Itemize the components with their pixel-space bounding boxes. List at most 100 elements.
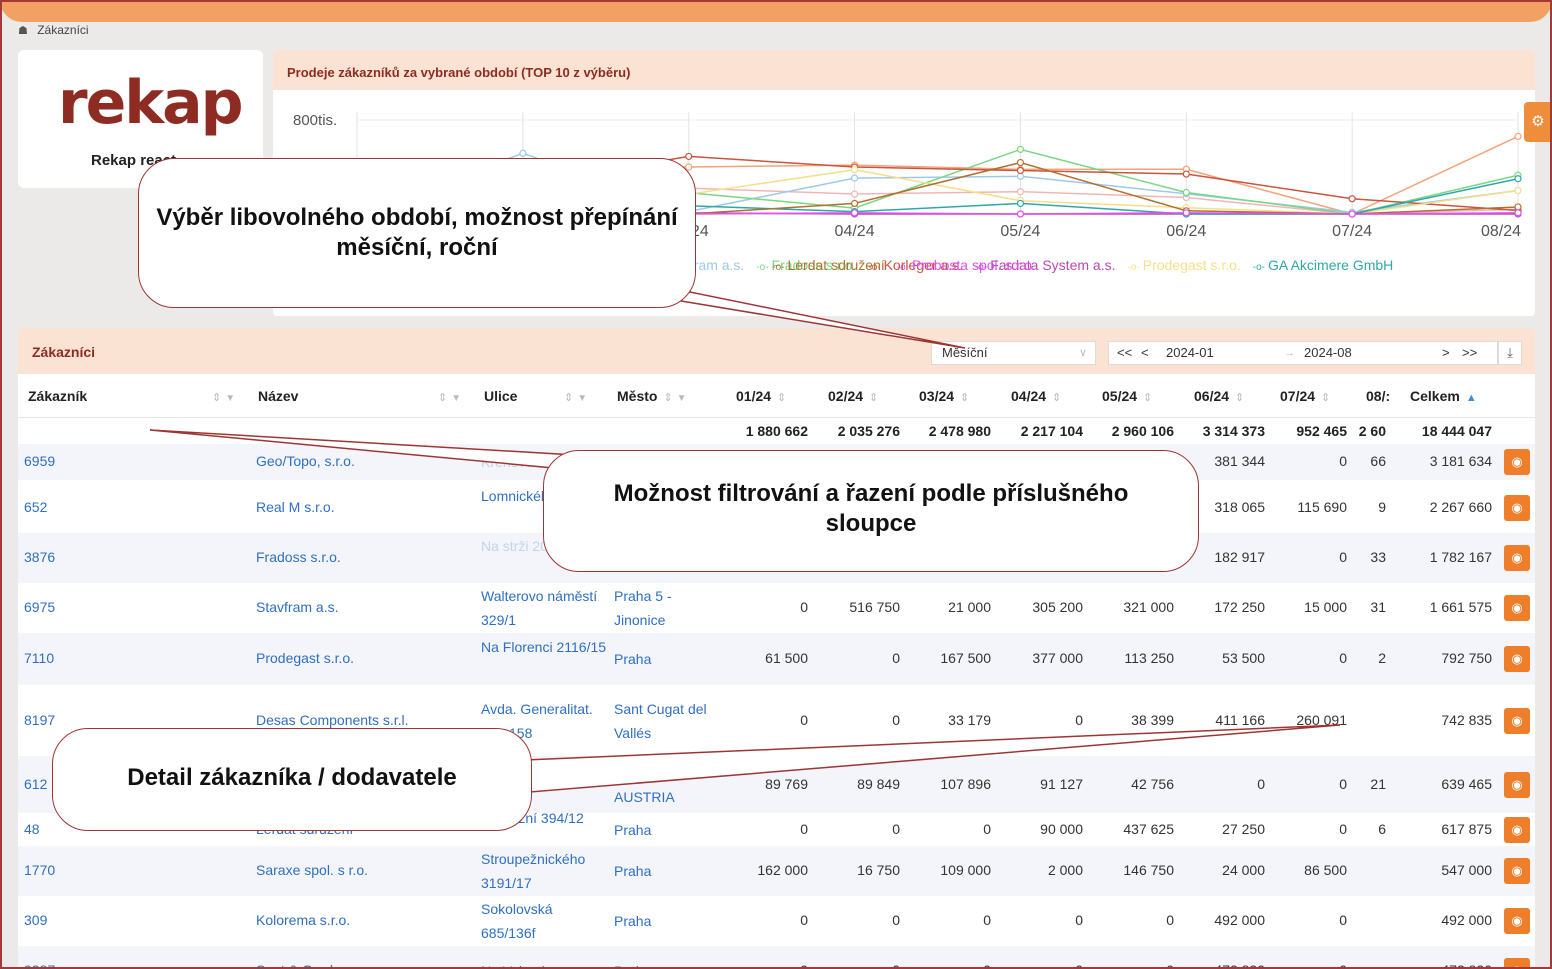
customer-name-link[interactable]: Geo/Topo, s.r.o. [256, 453, 355, 469]
customer-id-link[interactable]: 3876 [24, 549, 55, 565]
column-m7[interactable]: 07/24 ⇕ [1280, 388, 1330, 404]
detail-eye-icon[interactable]: ◉ [1504, 858, 1530, 884]
customer-name-link[interactable]: Saraxe spol. s r.o. [256, 862, 368, 878]
customer-id-link[interactable]: 1770 [24, 862, 55, 878]
nav-first-button[interactable]: << [1117, 342, 1132, 364]
column-total[interactable]: Celkem ▲ [1410, 388, 1477, 404]
column-m7-label: 07/24 [1280, 388, 1316, 404]
detail-eye-icon[interactable]: ◉ [1504, 816, 1530, 843]
customer-name-link[interactable]: Desas Components s.r.l. [256, 712, 409, 728]
customer-name-link[interactable]: Prodegast s.r.o. [256, 650, 354, 666]
date-to-input[interactable]: 2024-08 [1304, 342, 1352, 364]
sort-icon[interactable]: ⇕ [777, 392, 786, 404]
sort-icon[interactable]: ⇕ [564, 392, 573, 404]
download-icon[interactable]: ⤓ [1498, 341, 1522, 365]
detail-eye-icon[interactable]: ◉ [1504, 495, 1530, 521]
customer-name-link[interactable]: Sept & Grade s.r.o. [256, 962, 375, 969]
street-cell[interactable]: Na Valentince [481, 959, 609, 969]
detail-eye-icon[interactable]: ◉ [1504, 545, 1530, 571]
customer-id-link[interactable]: 309 [24, 912, 47, 928]
sort-icon[interactable]: ⇕ [869, 392, 878, 404]
column-customer[interactable]: Zákazník [28, 388, 87, 404]
customer-id-link[interactable]: 612 [24, 776, 47, 792]
sort-icon[interactable]: ⇕ [212, 392, 221, 404]
column-m5[interactable]: 05/24 ⇕ [1102, 388, 1152, 404]
sort-filter-name[interactable]: ⇕ ▼ [432, 388, 461, 404]
sort-icon[interactable]: ⇕ [960, 392, 969, 404]
city-cell[interactable]: Sant Cugat del Vallés [614, 697, 714, 745]
table-row[interactable]: 309 Kolorema s.r.o. Sokolovská 685/136f Pra… [18, 896, 1535, 946]
filter-icon[interactable]: ▼ [225, 393, 235, 404]
customer-name-link[interactable]: Real M s.r.o. [256, 499, 335, 515]
column-m4[interactable]: 04/24 ⇕ [1011, 388, 1061, 404]
city-cell[interactable]: Praha [614, 647, 714, 671]
nav-next-button[interactable]: > [1442, 342, 1450, 364]
sort-icon[interactable]: ⇕ [663, 392, 672, 404]
sort-filter-street[interactable]: ⇕ ▼ [558, 388, 587, 404]
street-cell[interactable]: Walterovo náměstí 329/1 [481, 584, 609, 632]
legend-item[interactable]: -o- Probosta spol. s.r.o. [897, 254, 1036, 279]
date-from-input[interactable]: 2024-01 [1166, 342, 1214, 364]
table-row[interactable]: 7110 Prodegast s.r.o. Na Florenci 2116/15 P… [18, 633, 1535, 685]
customer-name-link[interactable]: Stavfram a.s. [256, 599, 338, 615]
filter-icon[interactable]: ▼ [451, 393, 461, 404]
table-row[interactable]: 6975 Stavfram a.s. Walterovo náměstí 329/1… [18, 583, 1535, 633]
city-cell[interactable]: Praha [614, 859, 714, 883]
filter-icon[interactable]: ▼ [577, 393, 587, 404]
sort-icon[interactable]: ⇕ [1321, 392, 1330, 404]
month-value-cell: 167 500 [940, 650, 991, 666]
home-icon[interactable]: ☗ [18, 25, 28, 37]
column-street[interactable]: Ulice [484, 388, 517, 404]
table-row[interactable]: 9287 Sept & Grade s.r.o. Na Valentince Prah… [18, 946, 1535, 969]
customer-id-link[interactable]: 9287 [24, 962, 55, 969]
city-cell[interactable]: Praha 5 - Jinonice [614, 584, 714, 632]
customer-id-link[interactable]: 6975 [24, 599, 55, 615]
city-cell[interactable]: Praha [614, 909, 714, 933]
street-cell[interactable]: Stroupežnického 3191/17 [481, 847, 609, 895]
sort-active-icon[interactable]: ▲ [1466, 392, 1477, 404]
sort-icon[interactable]: ⇕ [438, 392, 447, 404]
sort-filter-customer[interactable]: ⇕ ▼ [206, 388, 235, 404]
breadcrumb-label[interactable]: Zákazníci [37, 23, 88, 37]
nav-last-button[interactable]: >> [1462, 342, 1477, 364]
column-m2[interactable]: 02/24 ⇕ [828, 388, 878, 404]
column-m6[interactable]: 06/24 ⇕ [1194, 388, 1244, 404]
date-range-picker[interactable]: << < 2024-01 → 2024-08 > >> [1108, 341, 1498, 365]
customer-id-link[interactable]: 652 [24, 499, 47, 515]
column-name[interactable]: Název [258, 388, 298, 404]
street-cell[interactable]: Na Florenci 2116/15 [481, 635, 609, 659]
customer-id-link[interactable]: 48 [24, 821, 40, 837]
legend-marker-icon: -o- [772, 262, 785, 273]
sort-icon[interactable]: ⇕ [1143, 392, 1152, 404]
column-m4-label: 04/24 [1011, 388, 1047, 404]
column-m3[interactable]: 03/24 ⇕ [919, 388, 969, 404]
legend-item[interactable]: -o- Lerdat sdružení [772, 254, 885, 279]
settings-gear-icon[interactable]: ⚙ [1524, 102, 1552, 142]
detail-eye-icon[interactable]: ◉ [1504, 449, 1530, 475]
street-cell[interactable]: Sokolovská 685/136f [481, 897, 609, 945]
table-row[interactable]: 1770 Saraxe spol. s r.o. Stroupežnického 3… [18, 846, 1535, 896]
city-cell[interactable]: Praha [614, 818, 714, 842]
column-m8[interactable]: 08/: [1366, 388, 1390, 404]
customer-name-link[interactable]: Kolorema s.r.o. [256, 912, 350, 928]
customer-id-link[interactable]: 7110 [24, 650, 54, 666]
column-m1[interactable]: 01/24 ⇕ [736, 388, 786, 404]
city-cell[interactable]: VIENNA , AUSTRIA [614, 761, 714, 809]
detail-eye-icon[interactable]: ◉ [1504, 771, 1530, 798]
filter-icon[interactable]: ▼ [677, 393, 687, 404]
customer-id-link[interactable]: 6959 [24, 453, 55, 469]
period-select[interactable]: Měsíční ∨ [931, 341, 1096, 365]
sort-icon[interactable]: ⇕ [1052, 392, 1061, 404]
sort-icon[interactable]: ⇕ [1235, 392, 1244, 404]
detail-eye-icon[interactable]: ◉ [1504, 595, 1530, 621]
month-value-cell: 0 [800, 912, 808, 928]
customer-id-link[interactable]: 8197 [24, 712, 55, 728]
detail-eye-icon[interactable]: ◉ [1504, 707, 1530, 734]
nav-prev-button[interactable]: < [1141, 342, 1149, 364]
customer-name-link[interactable]: Fradoss s.r.o. [256, 549, 341, 565]
detail-eye-icon[interactable]: ◉ [1504, 646, 1530, 672]
column-city[interactable]: Město ⇕ ▼ [617, 388, 687, 404]
city-cell[interactable]: Praha [614, 959, 714, 969]
detail-eye-icon[interactable]: ◉ [1504, 908, 1530, 934]
detail-eye-icon[interactable]: ◉ [1504, 958, 1530, 969]
